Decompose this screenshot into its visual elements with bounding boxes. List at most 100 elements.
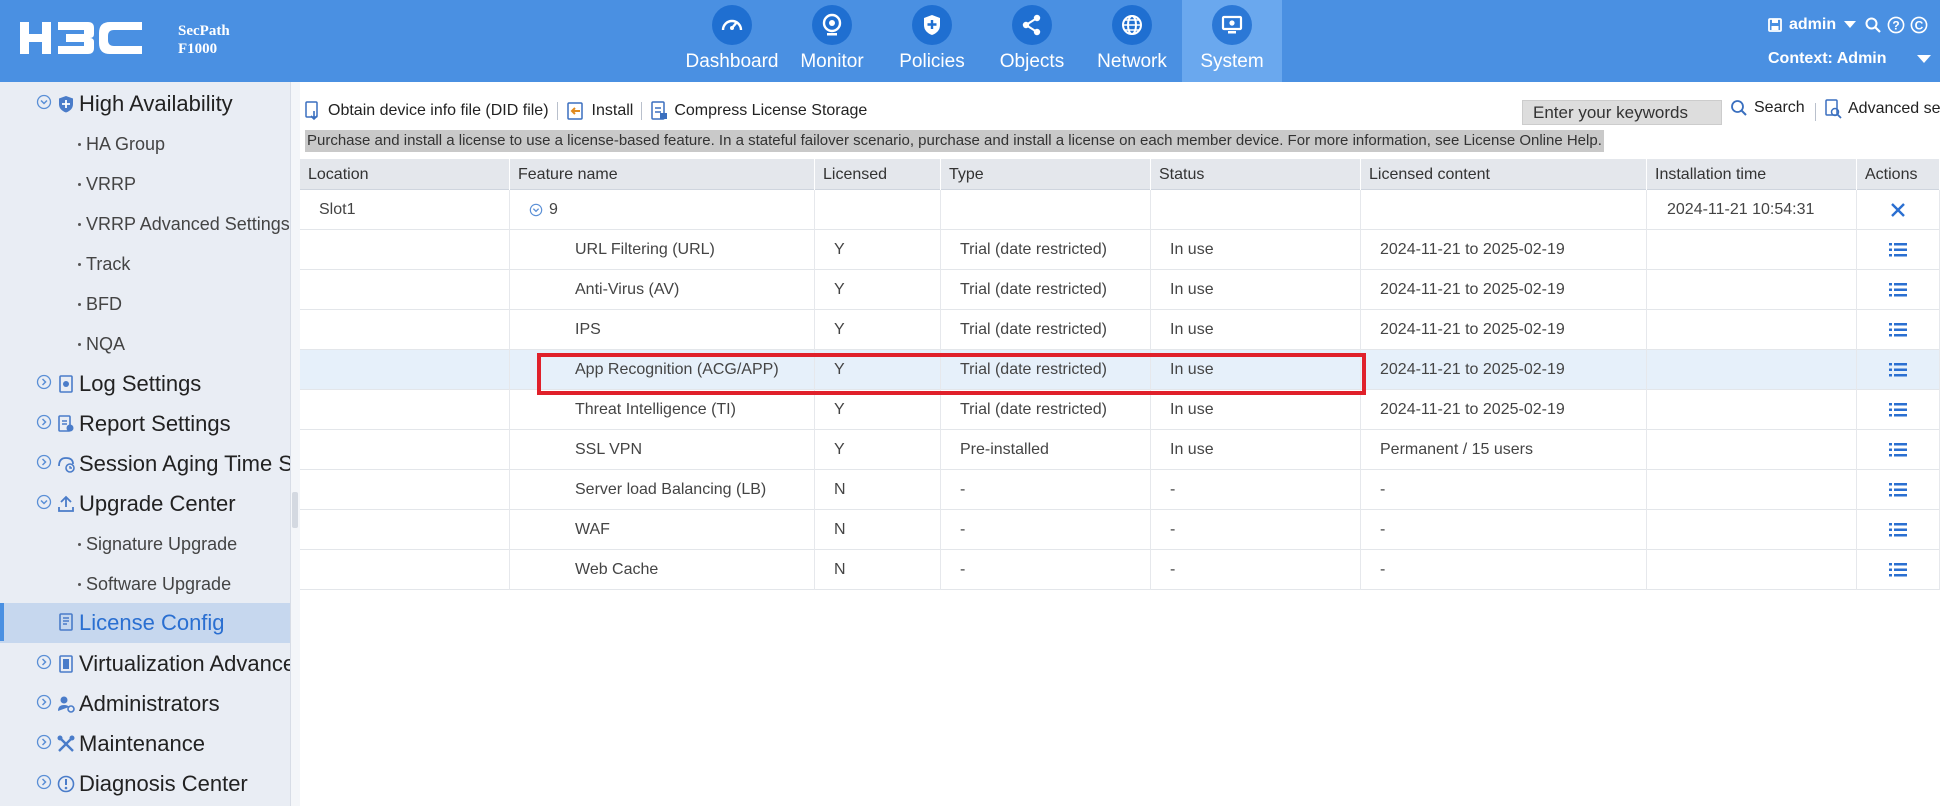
table-row[interactable]: Anti-Virus (AV) Y Trial (date restricted) I… <box>300 270 1940 310</box>
status-cell: In use <box>1151 230 1361 270</box>
type-cell: Trial (date restricted) <box>941 230 1151 270</box>
type-cell: Trial (date restricted) <box>941 390 1151 430</box>
feature-group-cell: 9 <box>510 190 815 230</box>
collapse-icon[interactable] <box>529 203 543 217</box>
delete-x-icon[interactable] <box>1890 202 1906 218</box>
table-group-row[interactable]: Slot1 9 2024-11-21 10:54:31 <box>300 190 1940 230</box>
details-list-icon[interactable] <box>1889 482 1907 498</box>
details-list-icon[interactable] <box>1889 242 1907 258</box>
sidebar-item-maintenance[interactable]: Maintenance <box>0 725 290 763</box>
details-list-icon[interactable] <box>1889 362 1907 378</box>
install-button[interactable]: Install <box>566 97 633 125</box>
sidebar-item-virtualization[interactable]: Virtualization Advance <box>0 645 290 683</box>
sidebar-item-software-upgrade[interactable]: Software Upgrade <box>0 565 290 603</box>
sidebar-item-vrrp[interactable]: VRRP <box>0 165 290 203</box>
download-document-icon <box>305 101 318 121</box>
chevron-down-icon[interactable] <box>1841 16 1859 34</box>
column-feature-name[interactable]: Feature name <box>510 159 815 190</box>
sidebar-item-label: Software Upgrade <box>86 573 232 594</box>
expand-icon[interactable] <box>36 454 52 470</box>
context-selector[interactable]: Context: Admin <box>1768 50 1931 68</box>
licensed-cell: N <box>815 550 941 590</box>
search-icon <box>1731 100 1747 116</box>
expand-icon[interactable] <box>36 374 52 390</box>
table-row[interactable]: Server load Balancing (LB) N - - - <box>300 470 1940 510</box>
actions-cell <box>1857 470 1940 510</box>
sidebar-item-ha-group[interactable]: HA Group <box>0 125 290 163</box>
licensed-content-cell: 2024-11-21 to 2025-02-19 <box>1361 270 1647 310</box>
sidebar-item-upgrade-center[interactable]: Upgrade Center <box>0 485 290 523</box>
actions-cell <box>1857 350 1940 390</box>
help-icon[interactable]: ? <box>1887 16 1905 34</box>
copyright-icon[interactable]: C <box>1910 16 1928 34</box>
sidebar-item-nqa[interactable]: NQA <box>0 325 290 363</box>
actions-cell <box>1857 510 1940 550</box>
licensed-content-cell: 2024-11-21 to 2025-02-19 <box>1361 390 1647 430</box>
column-type[interactable]: Type <box>941 159 1151 190</box>
expand-icon[interactable] <box>36 734 52 750</box>
sidebar-item-license-config[interactable]: License Config <box>0 603 290 643</box>
sidebar-item-report-settings[interactable]: Report Settings <box>0 405 290 443</box>
search-icon[interactable] <box>1864 16 1882 34</box>
sidebar-item-diagnosis-center[interactable]: Diagnosis Center <box>0 765 290 803</box>
details-list-icon[interactable] <box>1889 282 1907 298</box>
search-input[interactable] <box>1522 100 1722 125</box>
globe-icon <box>1112 5 1152 45</box>
column-licensed-content[interactable]: Licensed content <box>1361 159 1647 190</box>
product-line1: SecPath <box>178 23 230 39</box>
column-location[interactable]: Location <box>300 159 510 190</box>
svg-text:C: C <box>1915 19 1924 33</box>
sidebar-item-bfd[interactable]: BFD <box>0 285 290 323</box>
session-clock-icon <box>58 457 75 473</box>
table-row[interactable]: IPS Y Trial (date restricted) In use 2024-11… <box>300 310 1940 350</box>
nav-system[interactable]: System <box>1182 0 1282 82</box>
table-row[interactable]: URL Filtering (URL) Y Trial (date restrict… <box>300 230 1940 270</box>
column-licensed[interactable]: Licensed <box>815 159 941 190</box>
sidebar-item-log-settings[interactable]: Log Settings <box>0 365 290 403</box>
table-row[interactable]: Web Cache N - - - <box>300 550 1940 590</box>
nav-objects[interactable]: Objects <box>982 0 1082 82</box>
licensed-cell: Y <box>815 310 941 350</box>
obtain-did-button[interactable]: Obtain device info file (DID file) <box>304 97 549 125</box>
details-list-icon[interactable] <box>1889 562 1907 578</box>
details-list-icon[interactable] <box>1889 402 1907 418</box>
nav-network[interactable]: Network <box>1082 0 1182 82</box>
details-list-icon[interactable] <box>1889 522 1907 538</box>
expand-icon[interactable] <box>36 414 52 430</box>
details-list-icon[interactable] <box>1889 442 1907 458</box>
advanced-search-button[interactable]: Advanced se <box>1824 99 1940 119</box>
table-row[interactable]: Threat Intelligence (TI) Y Trial (date res… <box>300 390 1940 430</box>
collapse-icon[interactable] <box>36 494 52 510</box>
details-list-icon[interactable] <box>1889 322 1907 338</box>
sidebar-item-track[interactable]: Track <box>0 245 290 283</box>
sidebar-item-signature-upgrade[interactable]: Signature Upgrade <box>0 525 290 563</box>
sidebar-item-label: Report Settings <box>79 411 231 436</box>
nav-dashboard[interactable]: Dashboard <box>682 0 782 82</box>
nav-monitor[interactable]: Monitor <box>782 0 882 82</box>
compress-label: Compress License Storage <box>674 102 868 119</box>
sidebar-item-administrators[interactable]: Administrators <box>0 685 290 723</box>
search-button[interactable]: Search <box>1730 99 1805 117</box>
sidebar-splitter[interactable] <box>290 82 300 806</box>
collapse-handle[interactable] <box>292 492 298 528</box>
nav-policies[interactable]: Policies <box>882 0 982 82</box>
expand-icon[interactable] <box>36 694 52 710</box>
table-row[interactable]: WAF N - - - <box>300 510 1940 550</box>
upload-icon <box>58 495 74 512</box>
column-status[interactable]: Status <box>1151 159 1361 190</box>
compress-license-button[interactable]: Compress License Storage <box>650 97 867 125</box>
sidebar-item-vrrp-advanced[interactable]: VRRP Advanced Settings <box>0 205 290 243</box>
sidebar-item-session-aging[interactable]: Session Aging Time Se <box>0 445 290 483</box>
user-name[interactable]: admin <box>1789 16 1836 34</box>
h3c-logo[interactable] <box>18 16 164 60</box>
expand-icon[interactable] <box>36 774 52 790</box>
expand-icon[interactable] <box>36 654 52 670</box>
table-row[interactable]: SSL VPN Y Pre-installed In use Permanent / 1… <box>300 430 1940 470</box>
save-icon[interactable] <box>1766 16 1784 34</box>
licensed-content-cell: 2024-11-21 to 2025-02-19 <box>1361 230 1647 270</box>
collapse-icon[interactable] <box>36 94 52 110</box>
context-label: Context: Admin <box>1768 50 1887 67</box>
actions-cell <box>1857 550 1940 590</box>
column-installation-time[interactable]: Installation time <box>1647 159 1857 190</box>
sidebar-item-high-availability[interactable]: High Availability <box>0 85 290 123</box>
